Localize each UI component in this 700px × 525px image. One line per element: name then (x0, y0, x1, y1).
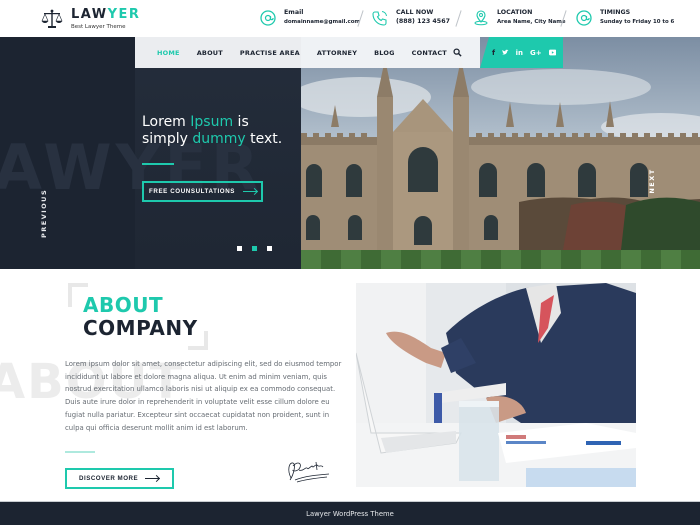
arrow-right-icon (243, 191, 257, 192)
about-image (356, 283, 636, 487)
nav-item-about[interactable]: ABOUT (197, 49, 223, 57)
logo-subtitle: Best Lawyer Theme (71, 24, 126, 30)
site-logo[interactable]: LAWYER Best Lawyer Theme (41, 8, 140, 30)
google-plus-icon[interactable]: G+ (530, 49, 542, 57)
about-title: COMPANY (83, 316, 198, 340)
hero-slider: AWYER PREVIOUS NEXT Lorem Ipsum is simpl… (0, 37, 700, 269)
slider-dot-2[interactable] (252, 246, 257, 251)
contact-location[interactable]: LOCATION Area Name, City Name (473, 9, 566, 27)
slider-dot-1[interactable] (237, 246, 242, 251)
at-sign-icon (260, 10, 276, 26)
slider-dot-3[interactable] (267, 246, 272, 251)
signature-image (288, 461, 330, 483)
hero-image (301, 37, 700, 269)
phone-icon (372, 11, 387, 26)
nav-item-blog[interactable]: BLOG (374, 49, 395, 57)
about-divider (65, 451, 95, 453)
contact-label: TIMINGS (600, 9, 631, 16)
nav-item-practise-area[interactable]: PRACTISE AREA (240, 49, 300, 57)
nav-item-contact[interactable]: CONTACT (412, 49, 447, 57)
nav-item-attorney[interactable]: ATTORNEY (317, 49, 357, 57)
contact-label: CALL NOW (396, 9, 434, 16)
contact-email[interactable]: Email domainname@gmail.com (260, 9, 360, 27)
twitter-icon[interactable] (502, 49, 509, 56)
button-label: DISCOVER MORE (79, 475, 139, 482)
youtube-icon[interactable] (548, 49, 556, 56)
nav-item-home[interactable]: HOME (157, 49, 180, 57)
contact-value: Sunday to Friday 10 to 6 (600, 19, 675, 25)
main-nav: HOME ABOUT PRACTISE AREA ATTORNEY BLOG C… (135, 37, 480, 68)
contact-value: (888) 123 4567 (396, 18, 450, 25)
discover-more-button[interactable]: DISCOVER MORE (65, 468, 174, 489)
previous-slide-button[interactable]: PREVIOUS (40, 189, 48, 238)
logo-title: LAWYER (71, 7, 141, 22)
contact-value: domainname@gmail.com (284, 19, 361, 25)
slider-dots (237, 246, 282, 251)
arrow-right-icon (145, 478, 160, 479)
hero-divider (142, 163, 174, 165)
about-title-accent: ABOUT (83, 293, 164, 317)
location-pin-icon (474, 10, 488, 26)
next-slide-button[interactable]: NEXT (648, 161, 656, 201)
facebook-icon[interactable]: f (492, 49, 495, 57)
at-sign-icon (576, 10, 592, 26)
contact-timings[interactable]: TIMINGS Sunday to Friday 10 to 6 (576, 9, 674, 27)
free-consultations-button[interactable]: FREE COUNSULTATIONS (142, 181, 263, 202)
footer: Lawyer WordPress Theme (0, 501, 700, 525)
footer-text: Lawyer WordPress Theme (306, 509, 394, 518)
contact-phone[interactable]: CALL NOW (888) 123 4567 (372, 9, 450, 27)
contact-value: Area Name, City Name (497, 19, 566, 25)
hero-heading: Lorem Ipsum is simply dummy text. (142, 114, 283, 147)
contact-label: LOCATION (497, 9, 533, 16)
contact-label: Email (284, 9, 304, 16)
about-body-text: Lorem ipsum dolor sit amet, consectetur … (65, 360, 342, 432)
linkedin-icon[interactable]: in (516, 49, 523, 57)
divider (455, 10, 462, 27)
social-links: f in G+ (480, 37, 563, 68)
top-header: LAWYER Best Lawyer Theme Email domainnam… (0, 0, 700, 37)
search-icon[interactable] (453, 48, 462, 57)
button-label: FREE COUNSULTATIONS (149, 188, 235, 195)
scales-icon (41, 9, 63, 28)
